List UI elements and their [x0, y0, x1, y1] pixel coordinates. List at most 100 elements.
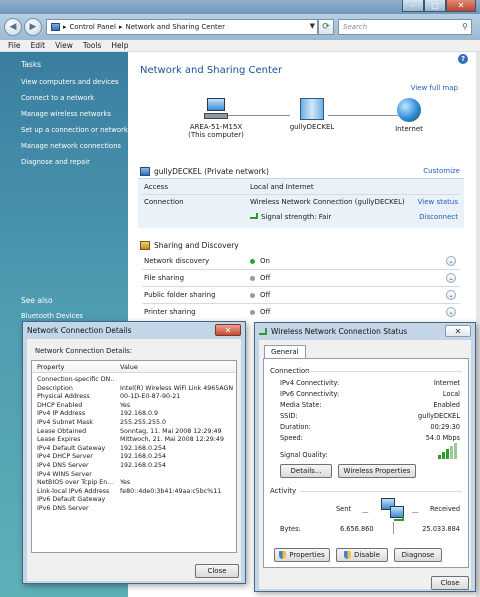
dash-icon: —: [412, 508, 419, 516]
table-row[interactable]: Lease Obtained Sonntag, 11. Mai 2008 12:2…: [32, 428, 236, 437]
menu-edit[interactable]: Edit: [31, 41, 46, 50]
address-row: ◀ ▶ ▸ Control Panel ▸ Network and Sharin…: [0, 14, 480, 40]
page-title: Network and Sharing Center: [140, 65, 283, 76]
sidebar-link-manage-wireless[interactable]: Manage wireless networks: [21, 110, 128, 118]
disable-button[interactable]: Disable: [336, 548, 388, 562]
close-icon[interactable]: ✕: [445, 325, 471, 337]
chevron-down-icon[interactable]: ⌄: [446, 307, 456, 317]
property-cell: DHCP Enabled: [37, 401, 83, 409]
column-header-value[interactable]: Value: [120, 363, 138, 371]
table-row[interactable]: DHCP Enabled Yes: [32, 402, 236, 411]
sidebar-link-connect[interactable]: Connect to a network: [21, 94, 128, 102]
close-icon[interactable]: ✕: [215, 324, 241, 336]
received-label: Received: [430, 505, 460, 513]
sidebar-link-diagnose[interactable]: Diagnose and repair: [21, 158, 128, 166]
table-row[interactable]: IPv4 WINS Server: [32, 471, 236, 480]
search-input[interactable]: Search ⚲: [338, 19, 472, 35]
diagnose-button[interactable]: Diagnose: [394, 548, 442, 562]
table-row[interactable]: IPv6 Default Gateway: [32, 496, 236, 505]
close-button[interactable]: Close: [195, 564, 239, 578]
property-cell: Description: [37, 384, 73, 392]
details-button[interactable]: Details...: [280, 464, 332, 478]
view-full-map-link[interactable]: View full map: [411, 84, 458, 92]
sharing-value: Off: [250, 291, 270, 299]
property-cell: IPv6 DNS Server: [37, 504, 89, 512]
control-panel-icon: [51, 23, 60, 31]
shield-icon: [279, 551, 287, 559]
property-cell: Physical Address: [37, 393, 90, 401]
see-also-bluetooth-link[interactable]: Bluetooth Devices: [21, 312, 83, 320]
close-button[interactable]: ✕: [446, 0, 476, 12]
network-info-box: Access Local and Internet Connection Wir…: [138, 178, 464, 228]
divider: [393, 522, 394, 534]
breadcrumb-control-panel[interactable]: Control Panel: [70, 23, 116, 31]
table-row[interactable]: IPv4 Subnet Mask 255.255.255.0: [32, 419, 236, 428]
address-bar[interactable]: ▸ Control Panel ▸ Network and Sharing Ce…: [46, 19, 318, 35]
table-row[interactable]: Lease Expires Mittwoch, 21. Mai 2008 12:2…: [32, 436, 236, 445]
menu-help[interactable]: Help: [111, 41, 128, 50]
sharing-value: On: [250, 257, 270, 265]
table-row[interactable]: Connection-specific DN...: [32, 376, 236, 385]
chevron-down-icon[interactable]: ⌄: [446, 290, 456, 300]
wireless-properties-button[interactable]: Wireless Properties: [338, 464, 416, 478]
forward-button[interactable]: ▶: [24, 18, 42, 36]
sidebar-link-setup-connection[interactable]: Set up a connection or network: [21, 126, 128, 134]
breadcrumb-network-center[interactable]: Network and Sharing Center: [125, 23, 225, 31]
menu-tools[interactable]: Tools: [83, 41, 101, 50]
field-label: Media State:: [280, 401, 322, 409]
title-bar: – □ ✕: [0, 0, 480, 14]
column-header-property[interactable]: Property: [37, 363, 65, 371]
sharing-value: Off: [250, 274, 270, 282]
view-status-link[interactable]: View status: [418, 198, 458, 206]
tab-general[interactable]: General: [264, 345, 306, 358]
sharing-value: Off: [250, 308, 270, 316]
search-icon[interactable]: ⚲: [462, 22, 468, 31]
node-network[interactable]: gullyDECKEL: [282, 98, 342, 131]
table-row[interactable]: IPv4 Default Gateway 192.168.0.254: [32, 445, 236, 454]
minimize-button[interactable]: –: [402, 0, 424, 12]
sharing-label: Printer sharing: [144, 308, 196, 316]
table-row[interactable]: IPv4 IP Address 192.168.0.9: [32, 410, 236, 419]
sidebar-link-manage-connections[interactable]: Manage network connections: [21, 142, 128, 150]
maximize-button[interactable]: □: [424, 0, 446, 12]
value-cell: 00-1D-E0-87-90-21: [120, 393, 181, 401]
network-name: gullyDECKEL: [289, 123, 335, 131]
activity-group-label: Activity: [270, 487, 297, 495]
table-row[interactable]: Link-local IPv6 Address fe80::4de0:3b41:4…: [32, 488, 236, 497]
scrollbar[interactable]: [476, 52, 480, 597]
value-cell: Yes: [120, 479, 131, 487]
computer-icon: [204, 98, 228, 120]
table-row[interactable]: IPv4 DHCP Server 192.168.0.254: [32, 453, 236, 462]
signal-bars-icon: [250, 213, 258, 219]
network-header: gullyDECKEL (Private network) Customize: [140, 164, 464, 178]
details-table[interactable]: Property Value Connection-specific DN...…: [31, 360, 237, 553]
close-button[interactable]: Close: [431, 576, 469, 590]
signal-strength-text: Signal strength: Fair: [261, 213, 332, 221]
refresh-button[interactable]: ⟳: [318, 19, 334, 35]
back-button[interactable]: ◀: [4, 18, 22, 36]
chevron-down-icon[interactable]: ⌄: [446, 256, 456, 266]
divider: [142, 303, 460, 304]
value-cell: 255.255.255.0: [120, 418, 167, 426]
divider: [142, 269, 460, 270]
disconnect-link[interactable]: Disconnect: [419, 213, 458, 221]
table-row[interactable]: NetBIOS over Tcpip En... Yes: [32, 479, 236, 488]
menu-view[interactable]: View: [55, 41, 73, 50]
table-header: Property Value: [32, 361, 236, 373]
node-internet[interactable]: Internet: [384, 98, 434, 133]
chevron-down-icon[interactable]: ⌄: [446, 273, 456, 283]
sidebar-link-view-computers[interactable]: View computers and devices: [21, 78, 128, 86]
customize-link[interactable]: Customize: [423, 167, 460, 175]
chevron-down-icon[interactable]: ▼: [310, 22, 315, 30]
node-this-computer[interactable]: AREA-51-M15X (This computer): [186, 98, 246, 139]
table-row[interactable]: IPv6 DNS Server: [32, 505, 236, 514]
menu-file[interactable]: File: [8, 41, 21, 50]
properties-button[interactable]: Properties: [274, 548, 330, 562]
table-row[interactable]: Description Intel(R) Wireless WiFi Link 4…: [32, 385, 236, 394]
value-cell: fe80::4de0:3b41:49aa:c5bc%11: [120, 487, 222, 495]
help-icon[interactable]: ?: [458, 54, 468, 64]
table-row[interactable]: IPv4 DNS Server 192.168.0.254: [32, 462, 236, 471]
bytes-received-value: 25.033.884: [422, 525, 460, 533]
table-row[interactable]: Physical Address 00-1D-E0-87-90-21: [32, 393, 236, 402]
signal-strength: Signal strength: Fair: [250, 213, 331, 221]
